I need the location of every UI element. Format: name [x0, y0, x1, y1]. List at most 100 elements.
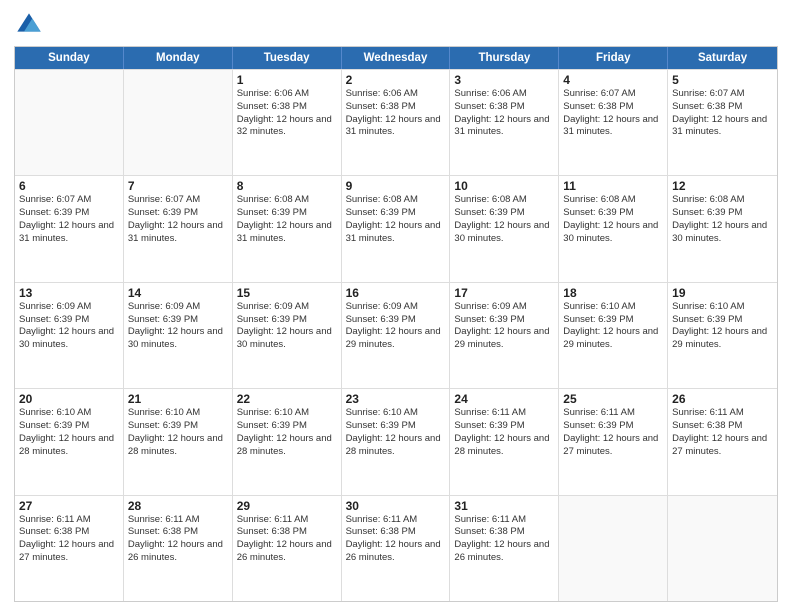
day-number: 18 [563, 286, 663, 300]
weekday-header-monday: Monday [124, 47, 233, 69]
day-number: 22 [237, 392, 337, 406]
day-number: 17 [454, 286, 554, 300]
calendar-cell: 10Sunrise: 6:08 AM Sunset: 6:39 PM Dayli… [450, 176, 559, 281]
calendar-cell: 14Sunrise: 6:09 AM Sunset: 6:39 PM Dayli… [124, 283, 233, 388]
calendar-cell: 6Sunrise: 6:07 AM Sunset: 6:39 PM Daylig… [15, 176, 124, 281]
calendar-cell: 9Sunrise: 6:08 AM Sunset: 6:39 PM Daylig… [342, 176, 451, 281]
day-info: Sunrise: 6:09 AM Sunset: 6:39 PM Dayligh… [237, 301, 337, 352]
weekday-header-friday: Friday [559, 47, 668, 69]
day-info: Sunrise: 6:11 AM Sunset: 6:39 PM Dayligh… [454, 407, 554, 458]
calendar-header: SundayMondayTuesdayWednesdayThursdayFrid… [15, 47, 777, 69]
calendar-cell [668, 496, 777, 601]
day-info: Sunrise: 6:08 AM Sunset: 6:39 PM Dayligh… [563, 194, 663, 245]
calendar-cell: 30Sunrise: 6:11 AM Sunset: 6:38 PM Dayli… [342, 496, 451, 601]
calendar-cell: 7Sunrise: 6:07 AM Sunset: 6:39 PM Daylig… [124, 176, 233, 281]
calendar-row-0: 1Sunrise: 6:06 AM Sunset: 6:38 PM Daylig… [15, 69, 777, 175]
calendar-cell: 18Sunrise: 6:10 AM Sunset: 6:39 PM Dayli… [559, 283, 668, 388]
calendar-cell: 21Sunrise: 6:10 AM Sunset: 6:39 PM Dayli… [124, 389, 233, 494]
header [14, 10, 778, 40]
day-number: 5 [672, 73, 773, 87]
calendar-row-1: 6 Sunrise: 6:07 AM Sunset: 6:39 PM Daylig… [15, 175, 777, 281]
calendar-cell: 16Sunrise: 6:09 AM Sunset: 6:39 PM Dayli… [342, 283, 451, 388]
calendar-cell [124, 70, 233, 175]
calendar-cell: 13Sunrise: 6:09 AM Sunset: 6:39 PM Dayli… [15, 283, 124, 388]
calendar-cell: 8Sunrise: 6:08 AM Sunset: 6:39 PM Daylig… [233, 176, 342, 281]
calendar-cell: 28Sunrise: 6:11 AM Sunset: 6:38 PM Dayli… [124, 496, 233, 601]
day-info: Sunrise: 6:10 AM Sunset: 6:39 PM Dayligh… [128, 407, 228, 458]
day-info: Sunrise: 6:11 AM Sunset: 6:38 PM Dayligh… [454, 514, 554, 565]
day-info: Sunrise: 6:10 AM Sunset: 6:39 PM Dayligh… [19, 407, 119, 458]
day-info: Sunrise: 6:06 AM Sunset: 6:38 PM Dayligh… [346, 88, 446, 139]
day-number: 6 [19, 179, 119, 193]
day-info: Sunrise: 6:11 AM Sunset: 6:38 PM Dayligh… [346, 514, 446, 565]
day-info: Sunrise: 6:10 AM Sunset: 6:39 PM Dayligh… [563, 301, 663, 352]
day-number: 29 [237, 499, 337, 513]
day-info: Sunrise: 6:07 AM Sunset: 6:39 PM Dayligh… [128, 194, 228, 245]
day-number: 25 [563, 392, 663, 406]
calendar-cell: 4Sunrise: 6:07 AM Sunset: 6:38 PM Daylig… [559, 70, 668, 175]
calendar-cell: 19Sunrise: 6:10 AM Sunset: 6:39 PM Dayli… [668, 283, 777, 388]
day-number: 24 [454, 392, 554, 406]
weekday-header-sunday: Sunday [15, 47, 124, 69]
calendar-cell: 1Sunrise: 6:06 AM Sunset: 6:38 PM Daylig… [233, 70, 342, 175]
day-number: 2 [346, 73, 446, 87]
calendar-cell: 31Sunrise: 6:11 AM Sunset: 6:38 PM Dayli… [450, 496, 559, 601]
day-number: 19 [672, 286, 773, 300]
day-info: Sunrise: 6:10 AM Sunset: 6:39 PM Dayligh… [346, 407, 446, 458]
day-number: 21 [128, 392, 228, 406]
calendar-cell: 22Sunrise: 6:10 AM Sunset: 6:39 PM Dayli… [233, 389, 342, 494]
calendar-cell: 27Sunrise: 6:11 AM Sunset: 6:38 PM Dayli… [15, 496, 124, 601]
calendar-body: 1Sunrise: 6:06 AM Sunset: 6:38 PM Daylig… [15, 69, 777, 601]
day-number: 10 [454, 179, 554, 193]
calendar: SundayMondayTuesdayWednesdayThursdayFrid… [14, 46, 778, 602]
day-info: Sunrise: 6:10 AM Sunset: 6:39 PM Dayligh… [672, 301, 773, 352]
day-info: Sunrise: 6:06 AM Sunset: 6:38 PM Dayligh… [237, 88, 337, 139]
day-number: 11 [563, 179, 663, 193]
day-info: Sunrise: 6:09 AM Sunset: 6:39 PM Dayligh… [19, 301, 119, 352]
weekday-header-thursday: Thursday [450, 47, 559, 69]
day-number: 4 [563, 73, 663, 87]
day-number: 14 [128, 286, 228, 300]
day-number: 20 [19, 392, 119, 406]
day-info: Sunrise: 6:11 AM Sunset: 6:39 PM Dayligh… [563, 407, 663, 458]
calendar-cell: 15Sunrise: 6:09 AM Sunset: 6:39 PM Dayli… [233, 283, 342, 388]
day-number: 15 [237, 286, 337, 300]
calendar-cell: 3Sunrise: 6:06 AM Sunset: 6:38 PM Daylig… [450, 70, 559, 175]
day-number: 27 [19, 499, 119, 513]
day-number: 13 [19, 286, 119, 300]
calendar-cell: 11Sunrise: 6:08 AM Sunset: 6:39 PM Dayli… [559, 176, 668, 281]
day-info: Sunrise: 6:11 AM Sunset: 6:38 PM Dayligh… [19, 514, 119, 565]
calendar-cell: 2Sunrise: 6:06 AM Sunset: 6:38 PM Daylig… [342, 70, 451, 175]
calendar-cell [559, 496, 668, 601]
day-info: Sunrise: 6:08 AM Sunset: 6:39 PM Dayligh… [672, 194, 773, 245]
calendar-cell: 20Sunrise: 6:10 AM Sunset: 6:39 PM Dayli… [15, 389, 124, 494]
day-info: Sunrise: 6:08 AM Sunset: 6:39 PM Dayligh… [237, 194, 337, 245]
day-number: 31 [454, 499, 554, 513]
calendar-cell: 5Sunrise: 6:07 AM Sunset: 6:38 PM Daylig… [668, 70, 777, 175]
day-number: 8 [237, 179, 337, 193]
day-number: 16 [346, 286, 446, 300]
calendar-cell: 17Sunrise: 6:09 AM Sunset: 6:39 PM Dayli… [450, 283, 559, 388]
day-number: 26 [672, 392, 773, 406]
weekday-header-tuesday: Tuesday [233, 47, 342, 69]
calendar-cell [15, 70, 124, 175]
day-number: 3 [454, 73, 554, 87]
day-info: Sunrise: 6:07 AM Sunset: 6:38 PM Dayligh… [672, 88, 773, 139]
weekday-header-saturday: Saturday [668, 47, 777, 69]
day-info: Sunrise: 6:09 AM Sunset: 6:39 PM Dayligh… [128, 301, 228, 352]
calendar-cell: 23Sunrise: 6:10 AM Sunset: 6:39 PM Dayli… [342, 389, 451, 494]
calendar-cell: 24Sunrise: 6:11 AM Sunset: 6:39 PM Dayli… [450, 389, 559, 494]
day-number: 28 [128, 499, 228, 513]
day-number: 23 [346, 392, 446, 406]
day-info: Sunrise: 6:09 AM Sunset: 6:39 PM Dayligh… [346, 301, 446, 352]
logo [14, 10, 46, 40]
day-info: Sunrise: 6:11 AM Sunset: 6:38 PM Dayligh… [128, 514, 228, 565]
day-info: Sunrise: 6:09 AM Sunset: 6:39 PM Dayligh… [454, 301, 554, 352]
calendar-row-3: 20Sunrise: 6:10 AM Sunset: 6:39 PM Dayli… [15, 388, 777, 494]
calendar-cell: 12Sunrise: 6:08 AM Sunset: 6:39 PM Dayli… [668, 176, 777, 281]
logo-icon [14, 10, 44, 40]
day-number: 9 [346, 179, 446, 193]
day-info: Sunrise: 6:07 AM Sunset: 6:38 PM Dayligh… [563, 88, 663, 139]
day-info: Sunrise: 6:11 AM Sunset: 6:38 PM Dayligh… [237, 514, 337, 565]
calendar-cell: 25Sunrise: 6:11 AM Sunset: 6:39 PM Dayli… [559, 389, 668, 494]
